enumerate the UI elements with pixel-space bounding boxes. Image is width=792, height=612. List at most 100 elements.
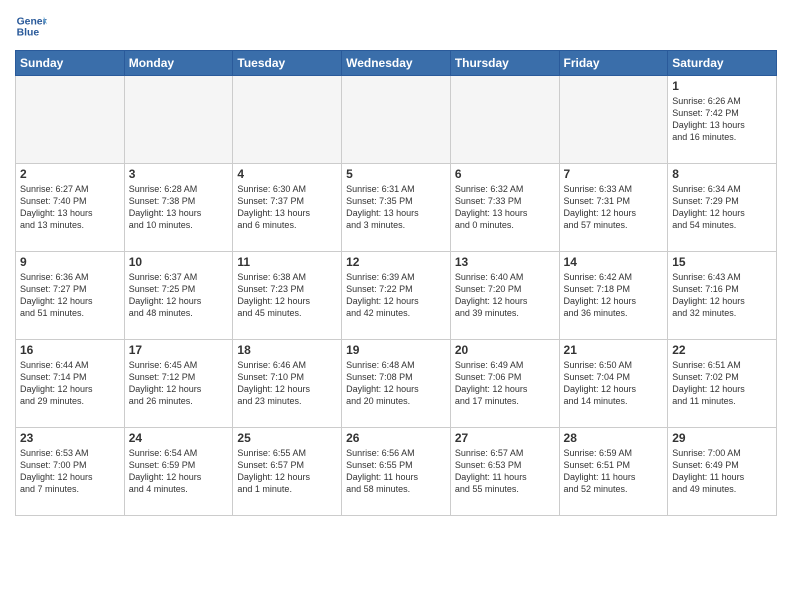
day-number: 9 [20,255,120,269]
calendar-cell: 20 Sunrise: 6:49 AM Sunset: 7:06 PM Dayli… [450,340,559,428]
day-number: 29 [672,431,772,445]
calendar-table: SundayMondayTuesdayWednesdayThursdayFrid… [15,50,777,516]
calendar-cell: 4 Sunrise: 6:30 AM Sunset: 7:37 PM Daylig… [233,164,342,252]
day-info: Sunrise: 6:34 AM Sunset: 7:29 PM Dayligh… [672,183,772,232]
day-number: 15 [672,255,772,269]
day-number: 4 [237,167,337,181]
day-number: 8 [672,167,772,181]
day-info: Sunrise: 6:37 AM Sunset: 7:25 PM Dayligh… [129,271,229,320]
day-number: 26 [346,431,446,445]
day-number: 23 [20,431,120,445]
day-number: 1 [672,79,772,93]
calendar-cell: 7 Sunrise: 6:33 AM Sunset: 7:31 PM Daylig… [559,164,668,252]
day-number: 25 [237,431,337,445]
day-number: 18 [237,343,337,357]
calendar-cell: 25 Sunrise: 6:55 AM Sunset: 6:57 PM Dayli… [233,428,342,516]
weekday-header-monday: Monday [124,51,233,76]
weekday-header-tuesday: Tuesday [233,51,342,76]
day-info: Sunrise: 6:40 AM Sunset: 7:20 PM Dayligh… [455,271,555,320]
day-info: Sunrise: 6:44 AM Sunset: 7:14 PM Dayligh… [20,359,120,408]
day-info: Sunrise: 6:57 AM Sunset: 6:53 PM Dayligh… [455,447,555,496]
page-header: General Blue [15,10,777,42]
calendar-cell: 21 Sunrise: 6:50 AM Sunset: 7:04 PM Dayli… [559,340,668,428]
weekday-header-friday: Friday [559,51,668,76]
day-number: 19 [346,343,446,357]
day-info: Sunrise: 6:31 AM Sunset: 7:35 PM Dayligh… [346,183,446,232]
day-info: Sunrise: 6:56 AM Sunset: 6:55 PM Dayligh… [346,447,446,496]
day-number: 13 [455,255,555,269]
day-info: Sunrise: 6:54 AM Sunset: 6:59 PM Dayligh… [129,447,229,496]
day-number: 28 [564,431,664,445]
day-info: Sunrise: 6:32 AM Sunset: 7:33 PM Dayligh… [455,183,555,232]
calendar-cell: 17Sunrise: 6:45 AM Sunset: 7:12 PM Dayli… [124,340,233,428]
day-info: Sunrise: 6:43 AM Sunset: 7:16 PM Dayligh… [672,271,772,320]
calendar-cell: 1 Sunrise: 6:26 AM Sunset: 7:42 PM Daylig… [668,76,777,164]
day-number: 21 [564,343,664,357]
calendar-cell [559,76,668,164]
calendar-cell: 6 Sunrise: 6:32 AM Sunset: 7:33 PM Daylig… [450,164,559,252]
calendar-cell: 13 Sunrise: 6:40 AM Sunset: 7:20 PM Dayli… [450,252,559,340]
day-info: Sunrise: 6:49 AM Sunset: 7:06 PM Dayligh… [455,359,555,408]
day-info: Sunrise: 6:59 AM Sunset: 6:51 PM Dayligh… [564,447,664,496]
calendar-cell: 16 Sunrise: 6:44 AM Sunset: 7:14 PM Dayli… [16,340,125,428]
weekday-header-wednesday: Wednesday [342,51,451,76]
day-number: 6 [455,167,555,181]
calendar-cell: 26 Sunrise: 6:56 AM Sunset: 6:55 PM Dayli… [342,428,451,516]
calendar-cell [16,76,125,164]
weekday-header-saturday: Saturday [668,51,777,76]
main-container: General Blue SundayMondayTuesdayWednesda… [0,0,792,521]
day-info: Sunrise: 6:28 AM Sunset: 7:38 PM Dayligh… [129,183,229,232]
calendar-cell: 19 Sunrise: 6:48 AM Sunset: 7:08 PM Dayli… [342,340,451,428]
calendar-cell: 14 Sunrise: 6:42 AM Sunset: 7:18 PM Dayli… [559,252,668,340]
calendar-cell: 3 Sunrise: 6:28 AM Sunset: 7:38 PM Daylig… [124,164,233,252]
weekday-header-sunday: Sunday [16,51,125,76]
calendar-cell: 8 Sunrise: 6:34 AM Sunset: 7:29 PM Daylig… [668,164,777,252]
calendar-cell: 24 Sunrise: 6:54 AM Sunset: 6:59 PM Dayli… [124,428,233,516]
calendar-cell [233,76,342,164]
general-blue-logo-icon: General Blue [15,10,47,42]
calendar-cell: 9Sunrise: 6:36 AM Sunset: 7:27 PM Daylig… [16,252,125,340]
day-number: 24 [129,431,229,445]
day-number: 11 [237,255,337,269]
day-info: Sunrise: 6:46 AM Sunset: 7:10 PM Dayligh… [237,359,337,408]
calendar-cell [450,76,559,164]
day-number: 3 [129,167,229,181]
day-info: Sunrise: 6:39 AM Sunset: 7:22 PM Dayligh… [346,271,446,320]
svg-text:Blue: Blue [17,28,40,39]
day-info: Sunrise: 6:38 AM Sunset: 7:23 PM Dayligh… [237,271,337,320]
day-number: 2 [20,167,120,181]
day-number: 7 [564,167,664,181]
calendar-cell: 22Sunrise: 6:51 AM Sunset: 7:02 PM Dayli… [668,340,777,428]
day-number: 5 [346,167,446,181]
day-info: Sunrise: 6:48 AM Sunset: 7:08 PM Dayligh… [346,359,446,408]
day-number: 17 [129,343,229,357]
calendar-cell [342,76,451,164]
day-info: Sunrise: 6:26 AM Sunset: 7:42 PM Dayligh… [672,95,772,144]
calendar-cell [124,76,233,164]
calendar-cell: 2 Sunrise: 6:27 AM Sunset: 7:40 PM Daylig… [16,164,125,252]
calendar-cell: 23 Sunrise: 6:53 AM Sunset: 7:00 PM Dayli… [16,428,125,516]
weekday-header-thursday: Thursday [450,51,559,76]
day-info: Sunrise: 6:53 AM Sunset: 7:00 PM Dayligh… [20,447,120,496]
svg-text:General: General [17,16,47,27]
calendar-cell: 12Sunrise: 6:39 AM Sunset: 7:22 PM Dayli… [342,252,451,340]
calendar-cell: 27 Sunrise: 6:57 AM Sunset: 6:53 PM Dayli… [450,428,559,516]
day-info: Sunrise: 6:42 AM Sunset: 7:18 PM Dayligh… [564,271,664,320]
day-number: 22 [672,343,772,357]
day-number: 20 [455,343,555,357]
day-info: Sunrise: 6:50 AM Sunset: 7:04 PM Dayligh… [564,359,664,408]
day-info: Sunrise: 6:27 AM Sunset: 7:40 PM Dayligh… [20,183,120,232]
calendar-cell: 5 Sunrise: 6:31 AM Sunset: 7:35 PM Daylig… [342,164,451,252]
day-number: 27 [455,431,555,445]
calendar-cell: 10 Sunrise: 6:37 AM Sunset: 7:25 PM Dayli… [124,252,233,340]
calendar-cell: 15 Sunrise: 6:43 AM Sunset: 7:16 PM Dayli… [668,252,777,340]
day-number: 14 [564,255,664,269]
day-number: 10 [129,255,229,269]
calendar-cell: 29Sunrise: 7:00 AM Sunset: 6:49 PM Dayli… [668,428,777,516]
day-info: Sunrise: 6:55 AM Sunset: 6:57 PM Dayligh… [237,447,337,496]
calendar-cell: 28 Sunrise: 6:59 AM Sunset: 6:51 PM Dayli… [559,428,668,516]
day-number: 16 [20,343,120,357]
day-info: Sunrise: 6:33 AM Sunset: 7:31 PM Dayligh… [564,183,664,232]
day-info: Sunrise: 6:30 AM Sunset: 7:37 PM Dayligh… [237,183,337,232]
calendar-cell: 18 Sunrise: 6:46 AM Sunset: 7:10 PM Dayli… [233,340,342,428]
